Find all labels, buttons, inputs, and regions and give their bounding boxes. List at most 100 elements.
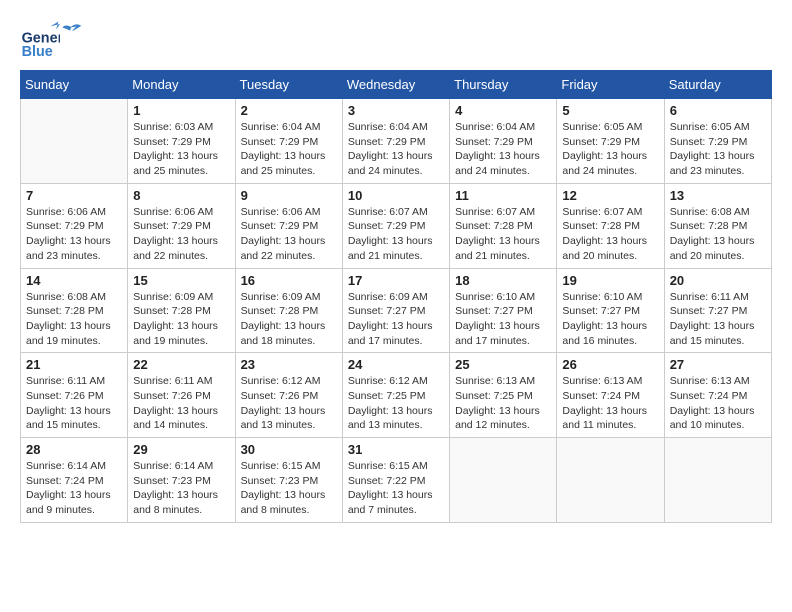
day-cell: 4 Sunrise: 6:04 AMSunset: 7:29 PMDaylight… [450,99,557,184]
day-info: Sunrise: 6:13 AMSunset: 7:24 PMDaylight:… [562,374,658,433]
day-number: 15 [133,273,229,288]
week-row-3: 21Sunrise: 6:11 AMSunset: 7:26 PMDayligh… [21,353,772,438]
day-cell: 26 Sunrise: 6:13 AMSunset: 7:24 PMDayligh… [557,353,664,438]
day-cell: 11 Sunrise: 6:07 AMSunset: 7:28 PMDayligh… [450,183,557,268]
week-row-4: 28 Sunrise: 6:14 AMSunset: 7:24 PMDayligh… [21,438,772,523]
day-cell: 31 Sunrise: 6:15 AMSunset: 7:22 PMDayligh… [342,438,449,523]
day-info: Sunrise: 6:07 AMSunset: 7:28 PMDaylight:… [562,205,658,264]
week-row-2: 14Sunrise: 6:08 AMSunset: 7:28 PMDayligh… [21,268,772,353]
day-number: 20 [670,273,766,288]
logo-icon: General Blue [20,20,60,60]
day-cell: 16Sunrise: 6:09 AMSunset: 7:28 PMDayligh… [235,268,342,353]
day-info: Sunrise: 6:06 AMSunset: 7:29 PMDaylight:… [26,205,122,264]
day-info: Sunrise: 6:15 AMSunset: 7:22 PMDaylight:… [348,459,444,518]
day-number: 31 [348,442,444,457]
day-info: Sunrise: 6:10 AMSunset: 7:27 PMDaylight:… [562,290,658,349]
day-number: 18 [455,273,551,288]
day-cell: 30Sunrise: 6:15 AMSunset: 7:23 PMDayligh… [235,438,342,523]
day-info: Sunrise: 6:10 AMSunset: 7:27 PMDaylight:… [455,290,551,349]
day-number: 13 [670,188,766,203]
weekday-header-row: SundayMondayTuesdayWednesdayThursdayFrid… [21,71,772,99]
week-row-1: 7 Sunrise: 6:06 AMSunset: 7:29 PMDaylight… [21,183,772,268]
day-info: Sunrise: 6:04 AMSunset: 7:29 PMDaylight:… [348,120,444,179]
day-number: 6 [670,103,766,118]
header: General Blue [20,20,772,60]
day-number: 25 [455,357,551,372]
day-cell: 28 Sunrise: 6:14 AMSunset: 7:24 PMDayligh… [21,438,128,523]
day-cell: 27 Sunrise: 6:13 AMSunset: 7:24 PMDayligh… [664,353,771,438]
day-cell: 18 Sunrise: 6:10 AMSunset: 7:27 PMDayligh… [450,268,557,353]
day-cell: 24 Sunrise: 6:12 AMSunset: 7:25 PMDayligh… [342,353,449,438]
day-number: 9 [241,188,337,203]
day-number: 8 [133,188,229,203]
week-row-0: 1 Sunrise: 6:03 AMSunset: 7:29 PMDaylight… [21,99,772,184]
day-info: Sunrise: 6:04 AMSunset: 7:29 PMDaylight:… [241,120,337,179]
day-number: 30 [241,442,337,457]
day-info: Sunrise: 6:04 AMSunset: 7:29 PMDaylight:… [455,120,551,179]
day-number: 11 [455,188,551,203]
day-info: Sunrise: 6:05 AMSunset: 7:29 PMDaylight:… [670,120,766,179]
day-cell: 3 Sunrise: 6:04 AMSunset: 7:29 PMDaylight… [342,99,449,184]
day-cell: 21Sunrise: 6:11 AMSunset: 7:26 PMDayligh… [21,353,128,438]
day-info: Sunrise: 6:13 AMSunset: 7:24 PMDaylight:… [670,374,766,433]
day-cell [664,438,771,523]
weekday-monday: Monday [128,71,235,99]
day-number: 24 [348,357,444,372]
calendar-table: SundayMondayTuesdayWednesdayThursdayFrid… [20,70,772,523]
day-info: Sunrise: 6:05 AMSunset: 7:29 PMDaylight:… [562,120,658,179]
day-info: Sunrise: 6:14 AMSunset: 7:24 PMDaylight:… [26,459,122,518]
day-info: Sunrise: 6:09 AMSunset: 7:27 PMDaylight:… [348,290,444,349]
day-number: 4 [455,103,551,118]
calendar-header: SundayMondayTuesdayWednesdayThursdayFrid… [21,71,772,99]
day-info: Sunrise: 6:11 AMSunset: 7:26 PMDaylight:… [133,374,229,433]
day-cell: 6 Sunrise: 6:05 AMSunset: 7:29 PMDaylight… [664,99,771,184]
svg-text:Blue: Blue [22,44,53,60]
day-info: Sunrise: 6:07 AMSunset: 7:28 PMDaylight:… [455,205,551,264]
day-number: 10 [348,188,444,203]
day-number: 5 [562,103,658,118]
bird-icon [60,20,82,42]
day-number: 2 [241,103,337,118]
day-cell: 12 Sunrise: 6:07 AMSunset: 7:28 PMDayligh… [557,183,664,268]
day-info: Sunrise: 6:12 AMSunset: 7:25 PMDaylight:… [348,374,444,433]
day-number: 17 [348,273,444,288]
day-info: Sunrise: 6:09 AMSunset: 7:28 PMDaylight:… [133,290,229,349]
weekday-sunday: Sunday [21,71,128,99]
day-info: Sunrise: 6:12 AMSunset: 7:26 PMDaylight:… [241,374,337,433]
day-info: Sunrise: 6:08 AMSunset: 7:28 PMDaylight:… [670,205,766,264]
logo: General Blue [20,20,82,60]
weekday-thursday: Thursday [450,71,557,99]
day-info: Sunrise: 6:14 AMSunset: 7:23 PMDaylight:… [133,459,229,518]
day-number: 29 [133,442,229,457]
day-cell: 13 Sunrise: 6:08 AMSunset: 7:28 PMDayligh… [664,183,771,268]
day-number: 12 [562,188,658,203]
day-number: 27 [670,357,766,372]
day-cell: 25 Sunrise: 6:13 AMSunset: 7:25 PMDayligh… [450,353,557,438]
day-info: Sunrise: 6:06 AMSunset: 7:29 PMDaylight:… [133,205,229,264]
weekday-wednesday: Wednesday [342,71,449,99]
day-number: 7 [26,188,122,203]
day-cell: 29 Sunrise: 6:14 AMSunset: 7:23 PMDayligh… [128,438,235,523]
day-cell: 2 Sunrise: 6:04 AMSunset: 7:29 PMDaylight… [235,99,342,184]
calendar-body: 1 Sunrise: 6:03 AMSunset: 7:29 PMDaylight… [21,99,772,523]
day-cell: 19Sunrise: 6:10 AMSunset: 7:27 PMDayligh… [557,268,664,353]
weekday-tuesday: Tuesday [235,71,342,99]
day-cell: 22 Sunrise: 6:11 AMSunset: 7:26 PMDayligh… [128,353,235,438]
day-info: Sunrise: 6:07 AMSunset: 7:29 PMDaylight:… [348,205,444,264]
day-number: 1 [133,103,229,118]
day-number: 3 [348,103,444,118]
day-number: 26 [562,357,658,372]
day-number: 22 [133,357,229,372]
day-info: Sunrise: 6:11 AMSunset: 7:26 PMDaylight:… [26,374,122,433]
day-info: Sunrise: 6:03 AMSunset: 7:29 PMDaylight:… [133,120,229,179]
day-cell: 7 Sunrise: 6:06 AMSunset: 7:29 PMDaylight… [21,183,128,268]
day-info: Sunrise: 6:11 AMSunset: 7:27 PMDaylight:… [670,290,766,349]
day-info: Sunrise: 6:13 AMSunset: 7:25 PMDaylight:… [455,374,551,433]
day-number: 16 [241,273,337,288]
weekday-friday: Friday [557,71,664,99]
day-cell: 14Sunrise: 6:08 AMSunset: 7:28 PMDayligh… [21,268,128,353]
day-number: 28 [26,442,122,457]
day-cell: 15 Sunrise: 6:09 AMSunset: 7:28 PMDayligh… [128,268,235,353]
day-cell: 8 Sunrise: 6:06 AMSunset: 7:29 PMDaylight… [128,183,235,268]
day-cell: 5 Sunrise: 6:05 AMSunset: 7:29 PMDaylight… [557,99,664,184]
